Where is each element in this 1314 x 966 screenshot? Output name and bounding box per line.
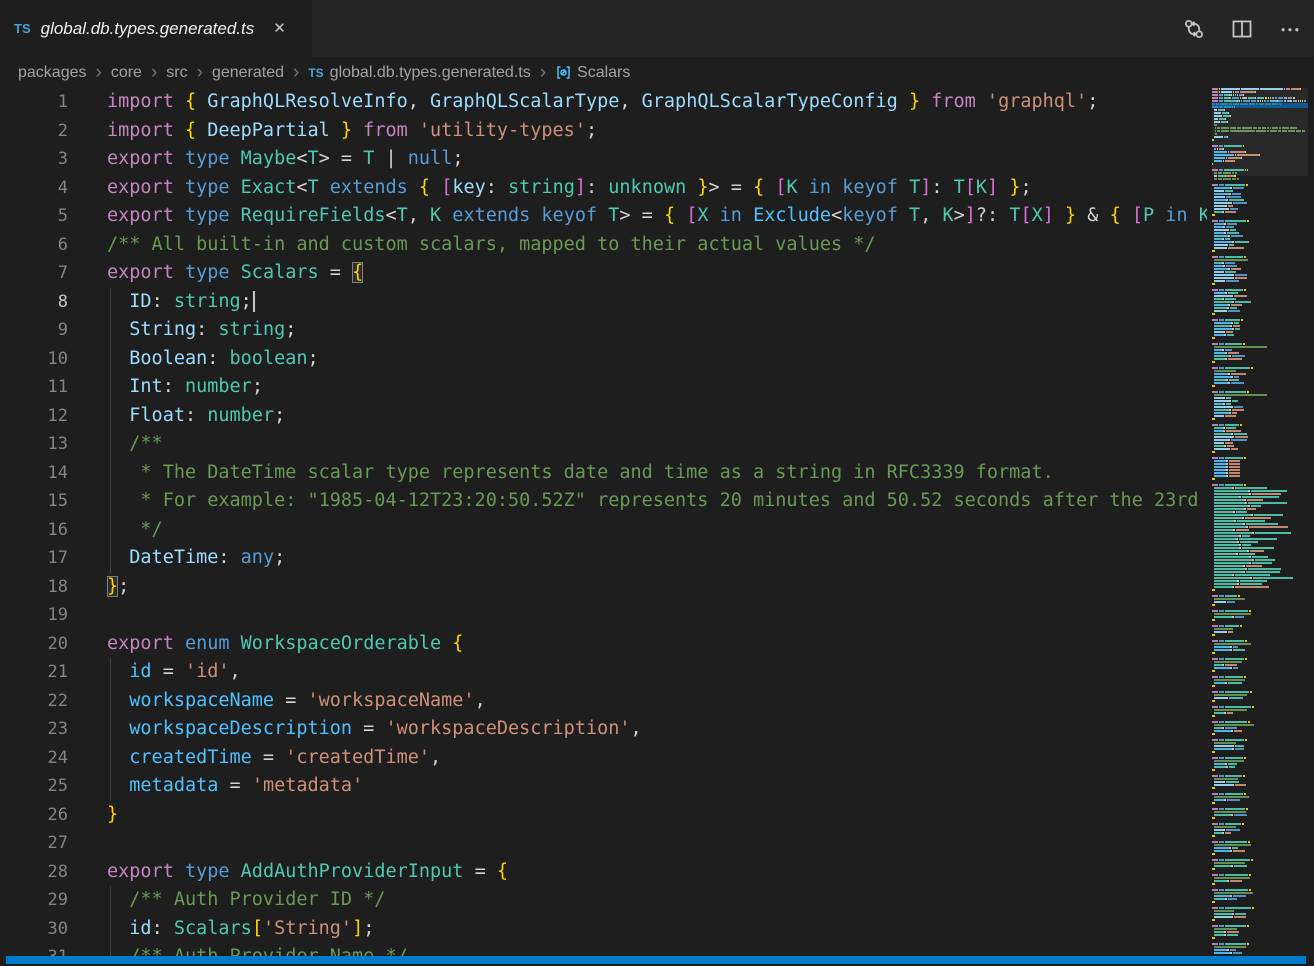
code-line: 3export type Maybe<T> = T | null; xyxy=(0,145,1207,174)
code-editor[interactable]: 1import { GraphQLResolveInfo, GraphQLSca… xyxy=(0,88,1207,956)
tab-bar: TS global.db.types.generated.ts ✕ xyxy=(0,0,1314,57)
line-number: 18 xyxy=(0,573,68,602)
code-line: 6/** All built-in and custom scalars, ma… xyxy=(0,231,1207,260)
code-line: 2import { DeepPartial } from 'utility-ty… xyxy=(0,117,1207,146)
line-number: 12 xyxy=(0,402,68,431)
code-line: 12 Float: number; xyxy=(0,402,1207,431)
code-line: 29 /** Auth Provider ID */ xyxy=(0,886,1207,915)
symbol-type-icon xyxy=(555,64,572,81)
compare-changes-icon[interactable] xyxy=(1182,17,1206,41)
breadcrumb-item-core[interactable]: core xyxy=(111,64,142,82)
minimap[interactable] xyxy=(1212,88,1308,956)
line-number: 31 xyxy=(0,943,68,956)
code-line: 15 * For example: "1985-04-12T23:20:50.5… xyxy=(0,487,1207,516)
minimap-current-line-marker xyxy=(1212,103,1308,108)
breadcrumb-label: global.db.types.generated.ts xyxy=(330,64,531,82)
line-number: 7 xyxy=(0,259,68,288)
code-line: 18}; xyxy=(0,573,1207,602)
chevron-right-icon: › xyxy=(96,65,102,81)
line-number: 25 xyxy=(0,772,68,801)
breadcrumb-item-src[interactable]: src xyxy=(166,64,187,82)
minimap-visible-region[interactable] xyxy=(1212,88,1308,176)
line-number: 1 xyxy=(0,88,68,117)
tab-global-db-types[interactable]: TS global.db.types.generated.ts ✕ xyxy=(0,0,312,57)
status-bar[interactable] xyxy=(6,956,1306,964)
breadcrumb-label: Scalars xyxy=(577,64,630,82)
code-line: 23 workspaceDescription = 'workspaceDesc… xyxy=(0,715,1207,744)
chevron-right-icon: › xyxy=(151,65,157,81)
code-line: 7export type Scalars = { xyxy=(0,259,1207,288)
line-number: 11 xyxy=(0,373,68,402)
line-number: 24 xyxy=(0,744,68,773)
code-line: 1import { GraphQLResolveInfo, GraphQLSca… xyxy=(0,88,1207,117)
code-line: 30 id: Scalars['String']; xyxy=(0,915,1207,944)
code-line: 25 metadata = 'metadata' xyxy=(0,772,1207,801)
breadcrumb-label: core xyxy=(111,64,142,82)
line-number: 6 xyxy=(0,231,68,260)
line-number: 10 xyxy=(0,345,68,374)
code-line: 24 createdTime = 'createdTime', xyxy=(0,744,1207,773)
code-line: 17 DateTime: any; xyxy=(0,544,1207,573)
chevron-right-icon: › xyxy=(197,65,203,81)
code-line: 13 /** xyxy=(0,430,1207,459)
breadcrumb-item-global-db-types-generated-ts[interactable]: TS global.db.types.generated.ts xyxy=(308,64,530,82)
breadcrumb-label: src xyxy=(166,64,187,82)
breadcrumb-item-generated[interactable]: generated xyxy=(212,64,284,82)
line-number: 28 xyxy=(0,858,68,887)
code-line: 16 */ xyxy=(0,516,1207,545)
line-number: 22 xyxy=(0,687,68,716)
line-number: 15 xyxy=(0,487,68,516)
line-number: 13 xyxy=(0,430,68,459)
line-number: 5 xyxy=(0,202,68,231)
code-line: 22 workspaceName = 'workspaceName', xyxy=(0,687,1207,716)
breadcrumb-label: generated xyxy=(212,64,284,82)
line-number: 14 xyxy=(0,459,68,488)
ts-file-icon: TS xyxy=(308,66,323,80)
code-line: 21 id = 'id', xyxy=(0,658,1207,687)
line-number: 29 xyxy=(0,886,68,915)
chevron-right-icon: › xyxy=(540,65,546,81)
code-line: 8 ID: string; xyxy=(0,288,1207,317)
line-number: 8 xyxy=(0,288,68,317)
line-number: 9 xyxy=(0,316,68,345)
line-number: 17 xyxy=(0,544,68,573)
tab-close-icon[interactable]: ✕ xyxy=(270,18,289,39)
more-actions-icon[interactable] xyxy=(1278,17,1302,41)
code-line: 26} xyxy=(0,801,1207,830)
line-number: 20 xyxy=(0,630,68,659)
editor-actions xyxy=(1182,0,1302,57)
split-editor-icon[interactable] xyxy=(1230,17,1254,41)
code-line: 4export type Exact<T extends { [key: str… xyxy=(0,174,1207,203)
breadcrumb-item-scalars[interactable]: Scalars xyxy=(555,64,630,82)
line-number: 4 xyxy=(0,174,68,203)
tab-title: global.db.types.generated.ts xyxy=(41,19,255,39)
breadcrumb: packages › core › src › generated › TS global.db.… xyxy=(0,57,1207,88)
line-number: 16 xyxy=(0,516,68,545)
line-number: 2 xyxy=(0,117,68,146)
text-cursor xyxy=(253,291,255,312)
line-number: 3 xyxy=(0,145,68,174)
code-line: 31 /** Auth Provider Name */ xyxy=(0,943,1207,956)
chevron-right-icon: › xyxy=(293,65,299,81)
code-line: 19 xyxy=(0,601,1207,630)
code-line: 11 Int: number; xyxy=(0,373,1207,402)
line-number: 23 xyxy=(0,715,68,744)
code-line: 28export type AddAuthProviderInput = { xyxy=(0,858,1207,887)
line-number: 19 xyxy=(0,601,68,630)
breadcrumb-item-packages[interactable]: packages xyxy=(18,64,87,82)
line-number: 21 xyxy=(0,658,68,687)
line-number: 26 xyxy=(0,801,68,830)
breadcrumb-label: packages xyxy=(18,64,87,82)
code-line: 14 * The DateTime scalar type represents… xyxy=(0,459,1207,488)
code-line: 27 xyxy=(0,829,1207,858)
code-line: 10 Boolean: boolean; xyxy=(0,345,1207,374)
ts-file-icon: TS xyxy=(14,21,31,36)
line-number: 30 xyxy=(0,915,68,944)
code-line: 9 String: string; xyxy=(0,316,1207,345)
line-number: 27 xyxy=(0,829,68,858)
code-line: 5export type RequireFields<T, K extends … xyxy=(0,202,1207,231)
code-line: 20export enum WorkspaceOrderable { xyxy=(0,630,1207,659)
